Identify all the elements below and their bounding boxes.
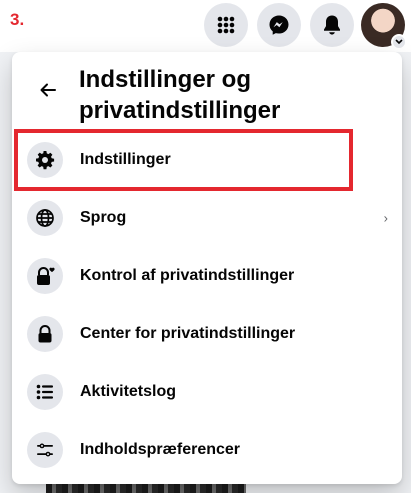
menu-item-kontrol-af-privatindstillinger[interactable]: Kontrol af privatindstillinger: [20, 250, 394, 302]
back-button[interactable]: [32, 74, 64, 106]
menu-item-label: Center for privatindstillinger: [80, 325, 296, 342]
sliders-icon: [27, 432, 63, 468]
messenger-icon: [269, 15, 289, 35]
avatar[interactable]: [361, 3, 407, 50]
menu-grid-button[interactable]: [204, 3, 248, 47]
panel-title: Indstillinger og privatindstillinger: [79, 66, 281, 124]
globe-icon: [27, 200, 63, 236]
menu-item-label: Sprog: [80, 209, 127, 226]
lock-heart-icon: [27, 258, 63, 294]
menu-item-aktivitetslog[interactable]: Aktivitetslog: [20, 366, 394, 418]
menu-item-sprog[interactable]: Sprog ›: [20, 192, 394, 244]
top-bar: 3.: [0, 0, 411, 52]
menu-item-label: Aktivitetslog: [80, 383, 177, 400]
chevron-down-icon: [391, 34, 407, 50]
arrow-left-icon: [40, 83, 56, 97]
menu-item-center-for-privatindstillinger[interactable]: Center for privatindstillinger: [20, 308, 394, 360]
list-icon: [27, 374, 63, 410]
messenger-button[interactable]: [257, 3, 301, 47]
menu-item-indholdspraeferencer[interactable]: Indholdspræferencer: [20, 424, 394, 476]
menu-item-label: Indholdspræferencer: [80, 441, 241, 458]
notifications-button[interactable]: [310, 3, 354, 47]
step-label: 3.: [10, 10, 25, 29]
lock-icon: [27, 316, 63, 352]
highlight-box: [14, 129, 353, 191]
menu-item-label: Kontrol af privatindstillinger: [80, 267, 295, 284]
chevron-right-icon: ›: [383, 210, 388, 226]
menu-grid-icon: [217, 16, 235, 34]
settings-privacy-panel: Indstillinger og privatindstillinger Ind…: [12, 52, 402, 484]
bell-icon: [324, 15, 340, 35]
